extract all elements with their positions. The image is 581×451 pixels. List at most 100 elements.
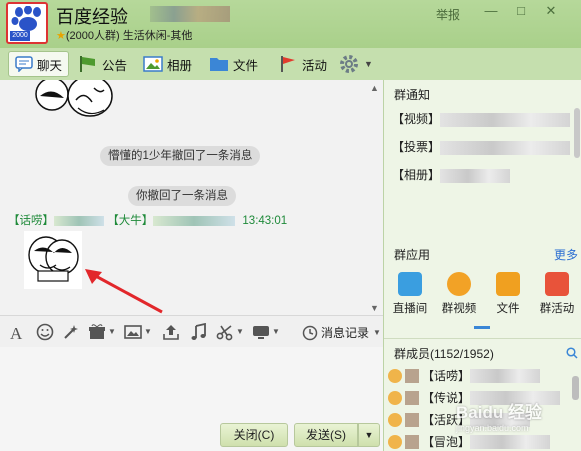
message-history-button[interactable]: 消息记录 ▼	[302, 324, 381, 341]
notice-title: 群通知	[394, 88, 431, 102]
redacted-name	[54, 215, 104, 226]
more-apps-link[interactable]: 更多	[554, 246, 578, 263]
notice-item-album[interactable]: 【相册】	[392, 166, 511, 183]
redacted-name	[470, 368, 541, 383]
sticker-image-partial[interactable]	[34, 80, 114, 118]
group-toolbar: 聊天 公告 相册 文件 活动 ▼	[0, 48, 581, 80]
notice-label: 【投票】	[392, 140, 441, 154]
watermark-text: Baidu 经验	[456, 403, 542, 422]
tab-activity[interactable]: 活动	[278, 51, 327, 77]
redacted-name	[153, 215, 236, 226]
avatar	[388, 412, 402, 427]
tab-files-label: 文件	[233, 58, 259, 73]
report-link[interactable]: 举报	[436, 6, 460, 23]
flag-icon	[281, 56, 295, 72]
member-item[interactable]: 【话唠】	[388, 367, 541, 384]
member-tag: 【话唠】	[422, 369, 471, 383]
svg-text:A: A	[10, 324, 23, 341]
chevron-down-icon[interactable]: ▼	[108, 327, 116, 336]
clock-icon	[302, 325, 318, 340]
close-button[interactable]: 关闭(C)	[220, 423, 288, 447]
font-icon[interactable]: A	[8, 323, 26, 341]
member-item[interactable]: 【冒泡】	[388, 433, 551, 450]
tab-album[interactable]: 相册	[143, 51, 192, 77]
tab-announcement-label: 公告	[102, 58, 128, 73]
app-live-room[interactable]: 直播间	[388, 272, 432, 316]
app-group-video[interactable]: 群视频	[437, 272, 481, 316]
avatar	[388, 390, 402, 405]
settings-menu[interactable]: ▼	[338, 51, 373, 77]
chat-messages[interactable]: ▲ 懵懂的1少年撤回了一条消息 你撤回了一条消息 【话唠】 【大牛】 13:43…	[0, 80, 383, 315]
group-name: 百度经验	[56, 7, 128, 27]
minimize-button[interactable]: —	[480, 2, 502, 20]
message-sender: 【话唠】 【大牛】 13:43:01	[8, 212, 287, 228]
send-options-chevron-icon[interactable]: ▼	[358, 423, 380, 447]
group-logo[interactable]: 2000	[6, 2, 48, 44]
members-header: 群成员(1152/1952)	[384, 338, 581, 366]
upload-icon[interactable]	[162, 323, 180, 341]
chevron-down-icon[interactable]: ▼	[236, 327, 244, 336]
live-room-icon	[398, 272, 422, 296]
tab-album-label: 相册	[167, 58, 193, 73]
sender-rank: 【大牛】	[107, 215, 154, 227]
recall-notice-1: 懵懂的1少年撤回了一条消息	[100, 146, 261, 166]
watermark-url: jingyan.baidu.com	[456, 423, 529, 433]
redacted-name	[470, 434, 551, 449]
notice-item-vote[interactable]: 【投票】	[392, 138, 571, 155]
star-icon: ★	[56, 30, 66, 42]
apps-page-indicator[interactable]	[474, 326, 490, 329]
scroll-up-icon[interactable]: ▲	[370, 83, 379, 93]
avatar	[388, 368, 402, 383]
chevron-down-icon: ▼	[373, 328, 381, 337]
album-icon	[143, 56, 163, 72]
members-scrollbar[interactable]	[572, 376, 579, 400]
screen-share-icon[interactable]	[252, 323, 270, 341]
members-title: 群成员(1152/1952)	[394, 347, 494, 361]
notice-scrollbar[interactable]	[574, 108, 580, 158]
emoji-icon[interactable]	[36, 323, 54, 341]
app-label: 群活动	[539, 303, 575, 315]
tab-announcement[interactable]: 公告	[78, 51, 127, 77]
chevron-down-icon: ▼	[364, 59, 373, 69]
notice-label: 【视频】	[392, 112, 441, 126]
sticker-image[interactable]	[24, 231, 82, 289]
tab-chat[interactable]: 聊天	[8, 51, 70, 77]
magic-wand-icon[interactable]	[62, 323, 80, 341]
group-subtitle: ★(2000人群) 生活休闲-其他	[56, 27, 192, 43]
recall-notice-2: 你撤回了一条消息	[128, 186, 236, 206]
search-icon[interactable]	[566, 347, 578, 359]
chat-icon	[15, 56, 33, 72]
scissors-icon[interactable]	[216, 323, 234, 341]
group-video-icon	[447, 272, 471, 296]
app-group-activity[interactable]: 群活动	[535, 272, 579, 316]
image-icon[interactable]	[124, 323, 142, 341]
notice-item-video[interactable]: 【视频】	[392, 110, 571, 127]
send-button[interactable]: 发送(S)	[294, 423, 358, 447]
message-input[interactable]: 关闭(C) 发送(S) ▼	[0, 347, 383, 451]
baidu-paw-icon	[11, 6, 41, 31]
notice-label: 【相册】	[392, 168, 441, 182]
redacted-text	[440, 168, 511, 183]
maximize-button[interactable]: □	[510, 2, 532, 20]
group-subtitle-text: (2000人群) 生活休闲-其他	[65, 30, 193, 42]
gift-icon[interactable]	[88, 323, 106, 341]
message-time: 13:43:01	[242, 215, 288, 227]
folder-icon	[210, 58, 228, 71]
music-icon[interactable]	[190, 323, 208, 341]
chevron-down-icon[interactable]: ▼	[144, 327, 152, 336]
tab-files[interactable]: 文件	[209, 51, 258, 77]
avatar	[405, 390, 419, 405]
close-window-button[interactable]: ✕	[540, 2, 562, 20]
redacted-text	[440, 112, 571, 127]
app-files[interactable]: 文件	[486, 272, 530, 316]
scroll-down-icon[interactable]: ▼	[370, 303, 379, 313]
chevron-down-icon[interactable]: ▼	[272, 327, 280, 336]
avatar	[388, 434, 402, 449]
app-label: 直播间	[392, 303, 428, 315]
avatar	[405, 434, 419, 449]
folder-icon	[496, 272, 520, 296]
app-label: 文件	[496, 303, 520, 315]
tab-activity-label: 活动	[302, 58, 328, 73]
baidu-jingyan-watermark: Baidu 经验 jingyan.baidu.com	[456, 398, 566, 434]
title-bar: 2000 百度经验 ★(2000人群) 生活休闲-其他 举报 — □ ✕	[0, 0, 581, 48]
